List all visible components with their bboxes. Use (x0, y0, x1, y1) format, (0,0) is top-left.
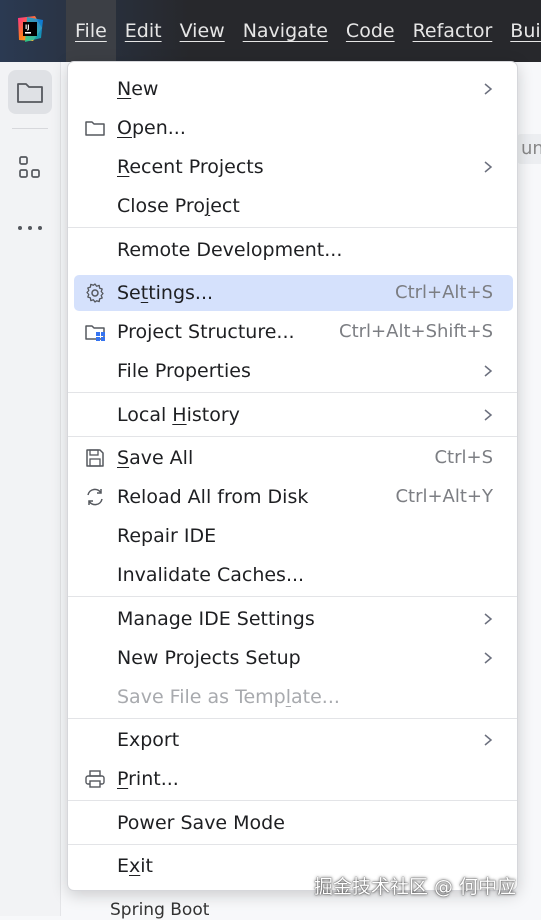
structure-tool-button[interactable] (8, 146, 52, 190)
menu-item-open[interactable]: Open... (74, 110, 513, 146)
chevron-right-icon (484, 161, 493, 173)
shortcut-label: Ctrl+Alt+Shift+S (339, 321, 493, 342)
menu-item-label: Project Structure... (117, 321, 295, 343)
menu-item-print[interactable]: Print... (74, 761, 513, 797)
save-icon (86, 449, 104, 467)
menu-item-manage-ide-settings[interactable]: Manage IDE Settings (74, 601, 513, 637)
menu-refactor[interactable]: Refactor (404, 0, 502, 62)
menu-item-local-history[interactable]: Local History (74, 397, 513, 433)
menu-separator (68, 718, 517, 719)
menu-item-label: Exit (117, 855, 153, 877)
menu-view[interactable]: View (171, 0, 234, 62)
shortcut-label: Ctrl+Alt+Y (395, 486, 493, 507)
reload-icon (87, 488, 103, 506)
menu-item-save-file-as-template: Save File as Template... (74, 679, 513, 715)
chevron-right-icon (484, 83, 493, 95)
menu-item-label: Save All (117, 447, 194, 469)
more-tools-button[interactable] (8, 206, 52, 250)
chevron-right-icon (484, 409, 493, 421)
menu-code[interactable]: Code (337, 0, 404, 62)
menu-item-reload-all[interactable]: Reload All from Disk Ctrl+Alt+Y (74, 479, 513, 515)
menu-item-label: Export (117, 729, 180, 751)
menu-item-file-properties[interactable]: File Properties (74, 353, 513, 389)
menu-item-new-projects-setup[interactable]: New Projects Setup (74, 640, 513, 676)
menu-item-label: Save File as Template... (117, 686, 340, 708)
shortcut-label: Ctrl+Alt+S (395, 282, 493, 303)
menu-item-label: New Projects Setup (117, 647, 301, 669)
printer-icon (85, 770, 105, 788)
file-menu-popup: New Open... Recent Projects Close Projec… (67, 61, 518, 891)
menu-item-label: Settings... (117, 282, 214, 304)
menu-file[interactable]: File (66, 0, 116, 62)
menu-item-label: Repair IDE (117, 525, 217, 547)
project-structure-icon (85, 325, 105, 341)
main-menu-bar: File Edit View Navigate Code Refactor Bu… (66, 0, 541, 62)
menu-item-label: Open... (117, 117, 186, 139)
menu-navigate[interactable]: Navigate (234, 0, 337, 62)
menu-item-repair-ide[interactable]: Repair IDE (74, 518, 513, 554)
tool-separator (12, 128, 48, 129)
chevron-right-icon (484, 365, 493, 377)
menu-separator (68, 227, 517, 228)
menu-item-close-project[interactable]: Close Project (74, 188, 513, 224)
watermark: 掘金技术社区 @ 何中应 (314, 876, 517, 898)
shortcut-label: Ctrl+S (434, 447, 493, 468)
tool-window-bar (0, 62, 61, 916)
intellij-logo-icon[interactable]: IJ (15, 14, 45, 44)
menu-item-label: Reload All from Disk (117, 486, 309, 508)
menu-item-label: File Properties (117, 360, 251, 382)
menu-item-project-structure[interactable]: Project Structure... Ctrl+Alt+Shift+S (74, 314, 513, 350)
menu-separator (68, 392, 517, 393)
menu-item-label: Local History (117, 404, 240, 426)
project-tree-item[interactable]: Spring Boot (110, 900, 209, 920)
menu-item-power-save-mode[interactable]: Power Save Mode (74, 805, 513, 841)
gear-icon (86, 283, 104, 303)
menu-item-remote-development[interactable]: Remote Development... (74, 232, 513, 268)
menu-separator (68, 844, 517, 845)
menu-item-label: Manage IDE Settings (117, 608, 315, 630)
menu-separator (68, 800, 517, 801)
menu-item-label: Remote Development... (117, 239, 343, 261)
folder-icon (85, 121, 105, 136)
menu-separator (68, 436, 517, 437)
menu-item-invalidate-caches[interactable]: Invalidate Caches... (74, 557, 513, 593)
chevron-right-icon (484, 613, 493, 625)
project-tool-button[interactable] (8, 70, 52, 114)
menu-item-new[interactable]: New (74, 71, 513, 107)
svg-text:IJ: IJ (25, 24, 29, 31)
menu-item-label: Invalidate Caches... (117, 564, 305, 586)
menu-item-label: Recent Projects (117, 156, 264, 178)
title-bar: IJ File Edit View Navigate Code Refactor… (0, 0, 541, 62)
menu-build[interactable]: Build (501, 0, 541, 62)
menu-item-recent-projects[interactable]: Recent Projects (74, 149, 513, 185)
menu-item-label: Close Project (117, 195, 240, 217)
menu-separator (68, 596, 517, 597)
menu-edit[interactable]: Edit (116, 0, 171, 62)
menu-item-export[interactable]: Export (74, 722, 513, 758)
editor-tab[interactable]: un (517, 134, 541, 164)
folder-icon (17, 83, 43, 103)
menu-item-label: Print... (117, 768, 179, 790)
menu-item-label: Power Save Mode (117, 812, 285, 834)
chevron-right-icon (484, 652, 493, 664)
structure-icon (19, 156, 40, 178)
more-icon (18, 226, 42, 230)
chevron-right-icon (484, 734, 493, 746)
menu-item-label: New (117, 78, 159, 100)
menu-item-save-all[interactable]: Save All Ctrl+S (74, 440, 513, 476)
menu-item-settings[interactable]: Settings... Ctrl+Alt+S (74, 275, 513, 311)
